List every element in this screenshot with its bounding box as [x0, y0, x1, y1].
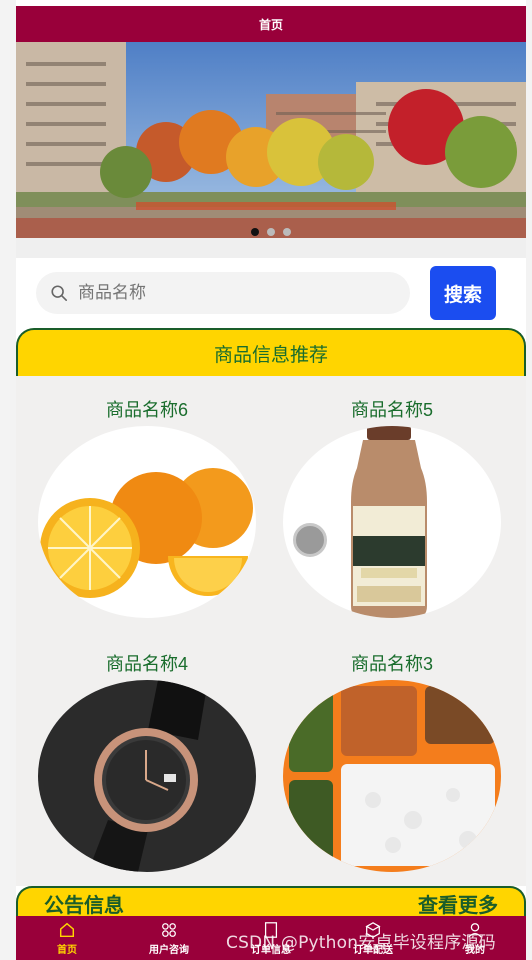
campus-photo [16, 42, 526, 238]
top-nav-bar: 首页 [16, 6, 526, 42]
banner-spacer [16, 238, 526, 258]
product-image-watch[interactable] [38, 680, 256, 872]
notice-section-header: 公告信息 查看更多 [16, 886, 526, 918]
tab-label: 首页 [57, 945, 77, 956]
page-title: 首页 [258, 17, 283, 32]
grid-icon [162, 923, 176, 937]
carousel-dot[interactable] [267, 228, 275, 236]
tab-home[interactable]: 首页 [16, 916, 118, 960]
product-image-oranges[interactable] [38, 426, 256, 618]
tab-user-consult[interactable]: 用户咨询 [118, 916, 220, 960]
product-card[interactable]: 商品名称6 [38, 394, 256, 618]
notice-title: 公告信息 [44, 894, 124, 917]
product-name[interactable]: 商品名称3 [283, 648, 501, 680]
floating-assist-button[interactable] [293, 523, 327, 557]
recommend-section-header: 商品信息推荐 [16, 328, 526, 376]
search-field[interactable] [36, 272, 410, 314]
search-row: 搜索 [16, 260, 526, 326]
product-card[interactable]: 商品名称3 [283, 648, 501, 872]
left-edge [0, 0, 16, 960]
bottle-image [283, 426, 501, 618]
product-grid: 商品名称6 商品名称5 商品名称4 商品名称3 [16, 376, 526, 886]
carousel-dot[interactable] [283, 228, 291, 236]
product-name[interactable]: 商品名称6 [38, 394, 256, 426]
carousel-dot[interactable] [251, 228, 259, 236]
search-icon [51, 285, 68, 302]
home-icon [59, 922, 75, 938]
watch-image [38, 680, 256, 872]
tab-label: 用户咨询 [149, 945, 189, 956]
app-frame: 首页 商品名称 搜索 商品信息推荐 商品名称6 商品名称5 商品名称4 商品名称… [0, 0, 532, 960]
search-button[interactable]: 搜索 [430, 266, 496, 320]
watermark-text: CSDN @Python安卓毕设程序源码 [226, 933, 496, 953]
oranges-image [38, 426, 256, 618]
notice-more-link[interactable]: 查看更多 [418, 889, 498, 918]
search-input[interactable] [76, 282, 380, 304]
product-image-meal[interactable] [283, 680, 501, 872]
product-card[interactable]: 商品名称4 [38, 648, 256, 872]
banner-carousel[interactable] [16, 42, 526, 238]
product-card[interactable]: 商品名称5 [283, 394, 501, 618]
product-image-milk-coffee[interactable] [283, 426, 501, 618]
meal-image [283, 680, 501, 872]
recommend-title: 商品信息推荐 [213, 344, 328, 366]
right-edge [526, 0, 532, 960]
product-name[interactable]: 商品名称4 [38, 648, 256, 680]
product-name[interactable]: 商品名称5 [283, 394, 501, 426]
carousel-dots [16, 228, 526, 236]
